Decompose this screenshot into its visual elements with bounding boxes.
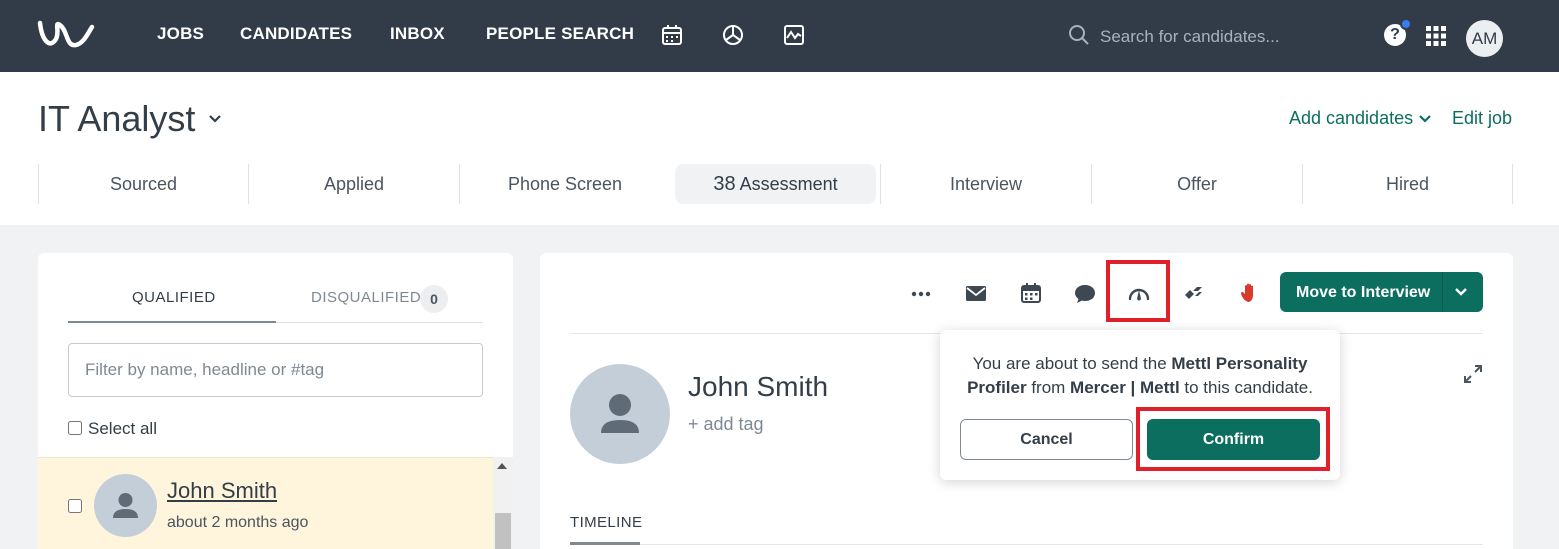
candidate-search [1068, 22, 1368, 52]
popover-message: You are about to send the Mettl Personal… [967, 354, 1313, 397]
scroll-up-arrow-icon[interactable] [497, 463, 507, 469]
stage-sourced[interactable]: Sourced [38, 164, 248, 204]
workable-logo-icon[interactable] [36, 17, 96, 53]
add-tag-link[interactable]: + add tag [688, 414, 764, 435]
move-to-interview-button[interactable]: Move to Interview [1280, 272, 1483, 312]
avatar [570, 364, 670, 464]
nav-inbox[interactable]: INBOX [390, 24, 445, 44]
cancel-button[interactable]: Cancel [960, 419, 1133, 460]
chevron-down-icon[interactable] [208, 114, 222, 124]
pie-chart-icon[interactable] [721, 23, 745, 47]
candidate-list-panel: QUALIFIED DISQUALIFIED 0 Select all John… [38, 253, 513, 549]
edit-job-link[interactable]: Edit job [1452, 108, 1512, 129]
pipeline-stages: Sourced Applied Phone Screen 38 Assessmen… [38, 164, 1514, 204]
stage-interview[interactable]: Interview [880, 164, 1091, 204]
stage-applied[interactable]: Applied [248, 164, 459, 204]
list-item[interactable]: John Smith about 2 months ago [38, 457, 493, 549]
video-interview-icon[interactable] [1182, 281, 1206, 305]
active-tab-indicator [68, 321, 276, 323]
job-title[interactable]: IT Analyst [38, 98, 195, 140]
highlight-box [1106, 260, 1170, 322]
active-tab-indicator [570, 542, 640, 545]
nav-candidates[interactable]: CANDIDATES [240, 24, 352, 44]
highlight-box [1136, 407, 1330, 471]
top-navigation-bar: JOBS CANDIDATES INBOX PEOPLE SEARCH ? AM [0, 0, 1559, 72]
nav-jobs[interactable]: JOBS [157, 24, 204, 44]
provider-name: Mercer | Mettl [1070, 378, 1180, 397]
select-all[interactable]: Select all [68, 419, 157, 439]
scrollbar-thumb[interactable] [495, 513, 511, 549]
tab-divider [276, 322, 483, 323]
add-candidates-link[interactable]: Add candidates [1289, 108, 1413, 129]
search-icon [1069, 25, 1089, 45]
stage-assessment[interactable]: 38 Assessment [675, 164, 876, 204]
candidate-name-link[interactable]: John Smith [167, 478, 277, 504]
tab-qualified[interactable]: QUALIFIED [132, 289, 216, 306]
tab-divider [640, 544, 1483, 545]
tab-disqualified[interactable]: DISQUALIFIED [311, 289, 421, 306]
person-icon [601, 394, 639, 433]
filter-input[interactable] [68, 343, 483, 397]
chevron-down-icon[interactable] [1453, 285, 1469, 299]
calendar-icon[interactable] [660, 23, 684, 47]
stage-offer[interactable]: Offer [1091, 164, 1302, 204]
user-avatar[interactable]: AM [1466, 20, 1503, 57]
chevron-down-icon[interactable] [1418, 114, 1432, 124]
calendar-icon[interactable] [1019, 281, 1043, 305]
candidate-time: about 2 months ago [167, 514, 309, 531]
reports-icon[interactable] [782, 23, 806, 47]
disqualify-hand-icon[interactable] [1238, 281, 1262, 305]
expand-icon[interactable] [1462, 363, 1484, 385]
comment-icon[interactable] [1073, 281, 1097, 305]
stage-phone-screen[interactable]: Phone Screen [459, 164, 670, 204]
email-icon[interactable] [964, 281, 988, 305]
select-all-checkbox[interactable] [68, 421, 82, 435]
stage-hired[interactable]: Hired [1302, 164, 1513, 204]
more-icon[interactable] [909, 281, 933, 305]
search-input[interactable] [1100, 22, 1360, 52]
tab-timeline[interactable]: TIMELINE [570, 514, 642, 531]
nav-people-search[interactable]: PEOPLE SEARCH [486, 24, 634, 44]
avatar [94, 474, 157, 537]
job-header: IT Analyst Add candidates Edit job Sourc… [0, 72, 1559, 225]
row-checkbox[interactable] [68, 499, 82, 513]
stage-count: 38 [713, 173, 736, 195]
candidate-name: John Smith [688, 371, 829, 402]
disqualified-count-badge: 0 [420, 285, 448, 313]
apps-grid-icon[interactable] [1426, 26, 1446, 46]
person-icon [113, 493, 138, 518]
notification-dot [1400, 18, 1412, 30]
